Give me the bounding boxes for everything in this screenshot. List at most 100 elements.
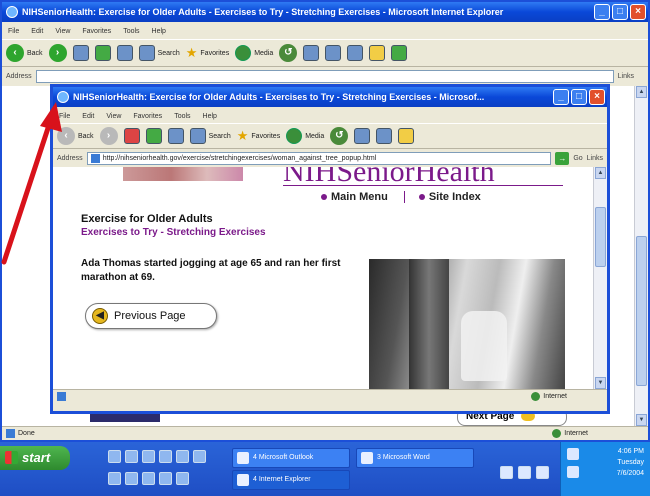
popup-minimize-button[interactable]: _ xyxy=(553,89,569,105)
quick-launch-row-2 xyxy=(108,472,189,485)
popup-scroll-up[interactable]: ▲ xyxy=(595,167,606,179)
outer-menubar: File Edit View Favorites Tools Help xyxy=(2,24,648,38)
popup-forward-button[interactable]: › xyxy=(99,127,118,145)
popup-print-icon[interactable] xyxy=(376,128,393,144)
bullet-icon xyxy=(418,194,425,200)
previous-page-button[interactable]: ◀ Previous Page xyxy=(85,303,217,329)
popup-status-icon xyxy=(57,392,66,401)
popup-search-button[interactable]: Search xyxy=(189,128,231,144)
quick-launch-icon[interactable] xyxy=(159,450,172,463)
popup-folder-icon[interactable] xyxy=(398,128,415,144)
popup-address-input[interactable]: http://nihseniorhealth.gov/exercise/stre… xyxy=(86,151,552,165)
popup-stop-icon[interactable] xyxy=(123,128,140,144)
clock[interactable]: 4:06 PM Tuesday 7/6/2004 xyxy=(617,446,644,479)
bullet-icon xyxy=(321,194,327,200)
header-photo-strip xyxy=(123,167,243,181)
outer-titlebar[interactable]: NIHSeniorHealth: Exercise for Older Adul… xyxy=(2,2,648,22)
messenger-icon[interactable] xyxy=(391,45,408,61)
tray-icon[interactable] xyxy=(500,466,513,479)
maximize-button[interactable]: □ xyxy=(612,4,628,20)
outer-scroll-up[interactable]: ▲ xyxy=(636,86,647,98)
quick-launch-icon[interactable] xyxy=(176,450,189,463)
go-button[interactable]: → xyxy=(555,151,570,165)
quick-launch-icon[interactable] xyxy=(125,472,138,485)
quick-launch-icon[interactable] xyxy=(142,450,155,463)
task-outlook[interactable]: 4 Microsoft Outlook xyxy=(232,448,350,468)
menu-edit[interactable]: Edit xyxy=(31,28,43,35)
popup-home-icon[interactable] xyxy=(167,128,184,144)
quick-launch-icon[interactable] xyxy=(176,472,189,485)
quick-launch-icon[interactable] xyxy=(108,450,121,463)
quick-launch-icon[interactable] xyxy=(193,450,206,463)
mail-icon[interactable] xyxy=(303,45,320,61)
popup-menu-help[interactable]: Help xyxy=(203,113,217,120)
tray-icon[interactable] xyxy=(518,466,531,479)
search-button[interactable]: Search xyxy=(138,45,180,61)
media-button[interactable]: Media xyxy=(235,45,273,61)
popup-scroll-down[interactable]: ▼ xyxy=(595,377,606,389)
popup-ie-icon xyxy=(57,91,69,103)
popup-scrollbar[interactable]: ▲ ▼ xyxy=(593,167,607,389)
quick-launch-icon[interactable] xyxy=(108,472,121,485)
forward-button[interactable]: › xyxy=(48,44,67,62)
popup-favorites-button[interactable]: ★ Favorites xyxy=(237,128,280,144)
stop-icon[interactable] xyxy=(72,45,89,61)
popup-mail-icon[interactable] xyxy=(354,128,371,144)
popup-menu-view[interactable]: View xyxy=(106,113,121,120)
tray-icon[interactable] xyxy=(536,466,549,479)
home-icon[interactable] xyxy=(116,45,133,61)
popup-media-button[interactable]: Media xyxy=(286,128,324,144)
popup-go-label[interactable]: Go xyxy=(573,155,582,162)
start-button[interactable]: start xyxy=(0,446,70,470)
tray-icon[interactable] xyxy=(567,448,579,460)
menu-view[interactable]: View xyxy=(55,28,70,35)
popup-history-icon[interactable]: ↺ xyxy=(330,127,349,145)
edit-icon[interactable] xyxy=(347,45,364,61)
tray-icon[interactable] xyxy=(567,466,579,478)
history-icon[interactable]: ↺ xyxy=(279,44,298,62)
figure-shape xyxy=(461,311,507,381)
close-button[interactable]: × xyxy=(630,4,646,20)
nav-main-menu[interactable]: Main Menu xyxy=(321,191,405,203)
quick-launch-icon[interactable] xyxy=(125,450,138,463)
folder-icon[interactable] xyxy=(369,45,386,61)
menu-favorites[interactable]: Favorites xyxy=(82,28,111,35)
outer-toolbar: ‹ Back › Search ★ Favorites Media ↺ xyxy=(2,39,648,67)
popup-scroll-thumb[interactable] xyxy=(595,207,606,267)
outer-scroll-down[interactable]: ▼ xyxy=(636,414,647,426)
popup-menu-favorites[interactable]: Favorites xyxy=(133,113,162,120)
search-icon xyxy=(138,45,155,61)
zone-indicator: Internet xyxy=(552,429,588,438)
popup-menu-file[interactable]: File xyxy=(59,113,70,120)
popup-maximize-button[interactable]: □ xyxy=(571,89,587,105)
back-button[interactable]: ‹ Back xyxy=(6,44,43,62)
minimize-button[interactable]: _ xyxy=(594,4,610,20)
quick-launch-icon[interactable] xyxy=(159,472,172,485)
popup-links-label[interactable]: Links xyxy=(587,155,607,162)
menu-file[interactable]: File xyxy=(8,28,19,35)
popup-titlebar[interactable]: NIHSeniorHealth: Exercise for Older Adul… xyxy=(53,87,607,107)
ie-task-icon xyxy=(237,474,249,486)
nav-site-index[interactable]: Site Index xyxy=(405,191,481,203)
refresh-icon[interactable] xyxy=(94,45,111,61)
menu-help[interactable]: Help xyxy=(152,28,166,35)
outer-address-input[interactable] xyxy=(35,69,614,83)
outer-scroll-thumb[interactable] xyxy=(636,236,647,386)
task-internet-explorer[interactable]: 4 Internet Explorer xyxy=(232,470,350,490)
outer-scrollbar[interactable]: ▲ ▼ xyxy=(634,86,648,426)
favorites-button[interactable]: ★ Favorites xyxy=(186,45,229,61)
popup-media-icon xyxy=(286,128,303,144)
popup-close-button[interactable]: × xyxy=(589,89,605,105)
quick-launch-icon[interactable] xyxy=(142,472,155,485)
popup-menu-tools[interactable]: Tools xyxy=(174,113,190,120)
links-label[interactable]: Links xyxy=(618,73,648,80)
popup-menu-edit[interactable]: Edit xyxy=(82,113,94,120)
print-icon[interactable] xyxy=(325,45,342,61)
menu-tools[interactable]: Tools xyxy=(123,28,139,35)
popup-back-button[interactable]: ‹ Back xyxy=(57,127,94,145)
outer-statusbar: Done Internet xyxy=(2,426,648,440)
popup-star-icon: ★ xyxy=(236,128,249,143)
task-word[interactable]: 3 Microsoft Word xyxy=(356,448,474,468)
tree-trunk-shape xyxy=(409,259,449,389)
popup-refresh-icon[interactable] xyxy=(145,128,162,144)
